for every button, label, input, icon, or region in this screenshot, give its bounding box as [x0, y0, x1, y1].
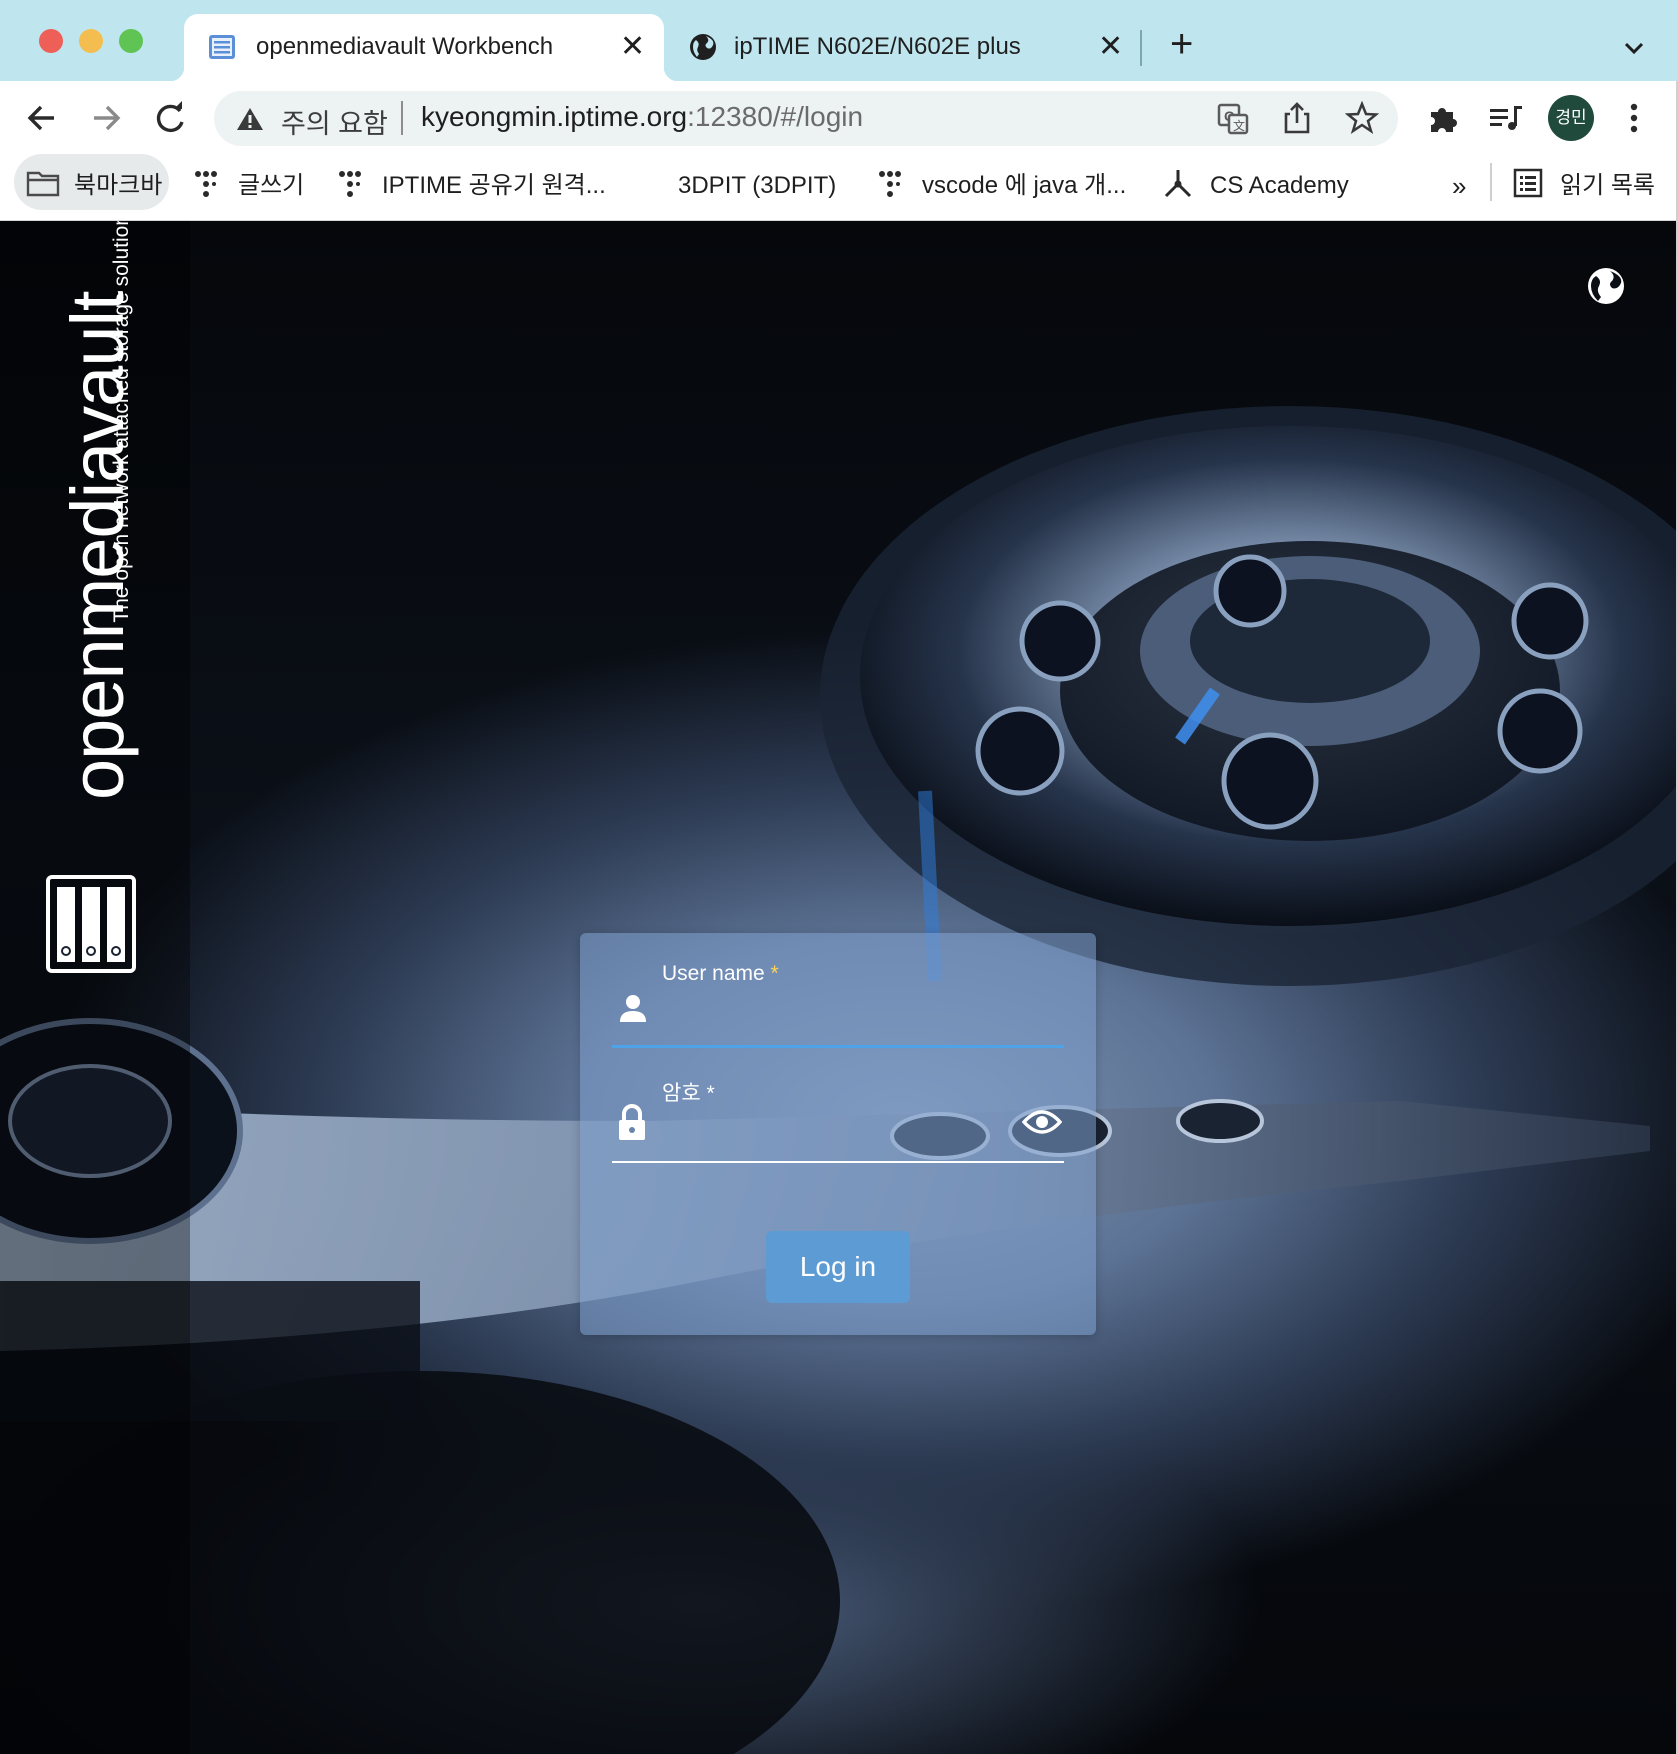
- warning-icon[interactable]: [235, 104, 265, 134]
- folder-icon: [26, 168, 60, 198]
- url-host: kyeongmin.iptime.org: [421, 101, 688, 132]
- media-queue-icon[interactable]: [1488, 101, 1524, 135]
- bookmarks-overflow-button[interactable]: »: [1452, 166, 1466, 206]
- academy-icon: [1161, 166, 1195, 200]
- bookmarks-divider: [1490, 163, 1492, 201]
- username-label: User name *: [662, 962, 779, 985]
- bookmark-star-icon[interactable]: [1344, 100, 1380, 135]
- required-mark: *: [770, 962, 779, 985]
- bookmark-label[interactable]: CS Academy: [1210, 166, 1349, 206]
- reading-list-button[interactable]: 읽기 목록: [1560, 166, 1655, 206]
- brand-tagline: The open network attached storage soluti…: [110, 221, 133, 623]
- more-menu-icon[interactable]: [1624, 101, 1644, 135]
- bookmark-label[interactable]: 글쓰기: [238, 166, 304, 206]
- new-tab-button[interactable]: +: [1170, 22, 1193, 66]
- bookmark-label[interactable]: IPTIME 공유기 원격...: [382, 166, 606, 206]
- tab-close-icon[interactable]: ✕: [620, 32, 645, 62]
- language-globe-icon[interactable]: [1586, 266, 1626, 306]
- tab-divider: [1140, 30, 1142, 66]
- bookmark-label[interactable]: 북마크바: [74, 166, 162, 206]
- extensions-puzzle-icon[interactable]: [1426, 101, 1460, 135]
- translate-icon[interactable]: G文: [1216, 102, 1250, 136]
- required-mark: *: [706, 1082, 715, 1105]
- back-arrow-icon[interactable]: [22, 98, 62, 138]
- maximize-window-button[interactable]: [119, 29, 143, 53]
- bookmark-label[interactable]: 3DPIT (3DPIT): [678, 166, 836, 206]
- minimize-window-button[interactable]: [79, 29, 103, 53]
- nas-logo-icon: [46, 875, 136, 973]
- tab-title: openmediavault Workbench: [256, 33, 554, 60]
- tab-search-chevron-icon[interactable]: [1620, 34, 1648, 62]
- globe-favicon-icon: [688, 32, 718, 62]
- url-path: :12380/#/login: [687, 101, 864, 132]
- dots-icon: [337, 170, 363, 198]
- password-input[interactable]: [662, 1106, 1006, 1142]
- tab-title: ipTIME N602E/N602E plus: [734, 33, 1021, 60]
- password-underline: [612, 1161, 1064, 1163]
- dots-icon: [193, 170, 219, 198]
- user-icon: [617, 992, 649, 1024]
- close-window-button[interactable]: [39, 29, 63, 53]
- forward-arrow-icon[interactable]: [86, 98, 126, 138]
- password-label: 암호 *: [662, 1082, 715, 1105]
- bookmark-label[interactable]: vscode 에 java 개...: [922, 166, 1126, 206]
- reload-icon[interactable]: [150, 98, 190, 138]
- lock-icon: [617, 1104, 647, 1142]
- profile-avatar[interactable]: 경민: [1548, 95, 1594, 141]
- share-icon[interactable]: [1281, 101, 1313, 135]
- url-text[interactable]: kyeongmin.iptime.org:12380/#/login: [421, 101, 863, 133]
- dots-icon: [877, 170, 903, 198]
- omnibox-divider: [401, 101, 403, 135]
- login-button[interactable]: Log in: [766, 1231, 910, 1303]
- username-input[interactable]: [662, 994, 1066, 1030]
- page-viewport: openmediavault The open network attached…: [0, 221, 1678, 1754]
- username-underline: [612, 1045, 1064, 1048]
- security-label[interactable]: 주의 요함: [281, 102, 388, 141]
- reading-list-icon: [1512, 166, 1544, 200]
- omv-favicon-icon: [207, 32, 237, 62]
- tab-close-icon[interactable]: ✕: [1098, 32, 1123, 62]
- svg-text:文: 文: [1233, 118, 1245, 133]
- show-password-eye-icon[interactable]: [1021, 1107, 1063, 1137]
